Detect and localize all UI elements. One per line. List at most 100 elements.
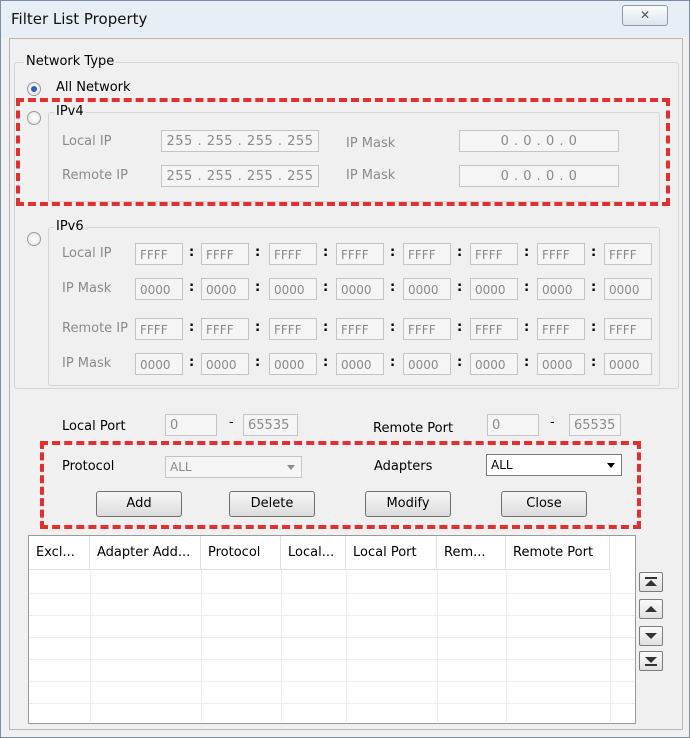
ipv6-colon: : (390, 320, 396, 335)
ipv6-segment-field[interactable]: 0000 (470, 278, 518, 300)
ipv4-highlight-box (16, 98, 670, 206)
ipv6-colon: : (390, 280, 396, 295)
move-top-button[interactable] (639, 572, 663, 592)
ipv6-colon: : (591, 245, 597, 260)
table-row[interactable] (29, 702, 635, 726)
column-header-exclude[interactable]: Excl... (29, 536, 90, 570)
local-port-from-field[interactable]: 0 (165, 414, 217, 436)
table-row[interactable] (29, 592, 635, 616)
ipv6-segment-field[interactable]: 0000 (537, 278, 585, 300)
column-header-remote-ip[interactable]: Rem... (437, 536, 506, 570)
ipv6-colon: : (524, 320, 530, 335)
local-port-dash: - (229, 415, 234, 430)
move-top-icon (645, 577, 657, 586)
ipv6-colon: : (323, 245, 329, 260)
ipv6-radio[interactable] (27, 232, 41, 246)
ipv6-colon: : (390, 245, 396, 260)
network-type-label: Network Type (24, 54, 117, 69)
ipv6-segment-field[interactable]: FFFF (135, 318, 183, 340)
window-title: Filter List Property (11, 10, 148, 28)
ipv6-segment-field[interactable]: 0000 (201, 278, 249, 300)
ipv6-segment-field[interactable]: 0000 (269, 278, 317, 300)
all-network-label[interactable]: All Network (56, 80, 131, 95)
ipv6-row-label: IP Mask (62, 356, 112, 371)
ipv6-segment-field[interactable]: FFFF (269, 318, 317, 340)
ipv6-colon: : (189, 320, 195, 335)
ipv6-segment-field[interactable]: FFFF (269, 243, 317, 265)
ipv6-segment-field[interactable]: 0000 (135, 278, 183, 300)
ipv6-segment-field[interactable]: 0000 (403, 353, 451, 375)
ipv6-segment-field[interactable]: 0000 (201, 353, 249, 375)
ipv6-colon: : (189, 280, 195, 295)
column-header-local-ip[interactable]: Local... (281, 536, 346, 570)
remote-port-to-field[interactable]: 65535 (569, 414, 621, 436)
move-up-icon (645, 606, 657, 612)
ipv6-segment-field[interactable]: FFFF (403, 243, 451, 265)
ipv6-segment-field[interactable]: 0000 (269, 353, 317, 375)
column-divider (281, 570, 282, 722)
column-header-remote-port[interactable]: Remote Port (506, 536, 610, 570)
ipv6-segment-field[interactable]: FFFF (470, 243, 518, 265)
ipv6-colon: : (591, 355, 597, 370)
window-close-button[interactable]: ✕ (622, 5, 668, 26)
table-row[interactable] (29, 570, 635, 594)
ipv6-segment-field[interactable]: 0000 (336, 353, 384, 375)
ipv6-colon: : (255, 245, 261, 260)
ipv6-segment-field[interactable]: 0000 (604, 353, 652, 375)
ipv6-segment-field[interactable]: FFFF (336, 243, 384, 265)
column-header-adapter-address[interactable]: Adapter Add... (90, 536, 201, 570)
ipv6-segment-field[interactable]: 0000 (135, 353, 183, 375)
ipv6-segment-field[interactable]: FFFF (537, 243, 585, 265)
table-row[interactable] (29, 614, 635, 638)
column-divider (346, 570, 347, 722)
ipv6-colon: : (457, 320, 463, 335)
ipv6-segment-field[interactable]: FFFF (403, 318, 451, 340)
ipv6-segment-field[interactable]: FFFF (604, 243, 652, 265)
ipv6-colon: : (323, 355, 329, 370)
ipv6-segment-field[interactable]: 0000 (604, 278, 652, 300)
column-header-protocol[interactable]: Protocol (201, 536, 281, 570)
ipv6-segment-field[interactable]: 0000 (470, 353, 518, 375)
ipv6-segment-field[interactable]: 0000 (403, 278, 451, 300)
column-divider (90, 570, 91, 722)
table-row[interactable] (29, 680, 635, 704)
ipv6-colon: : (255, 355, 261, 370)
ipv6-segment-field[interactable]: FFFF (336, 318, 384, 340)
ipv6-row-label: Local IP (62, 246, 112, 261)
ipv6-segment-field[interactable]: FFFF (537, 318, 585, 340)
column-divider (610, 570, 611, 722)
move-down-button[interactable] (639, 626, 663, 646)
ipv6-colon: : (457, 245, 463, 260)
table-row[interactable] (29, 658, 635, 682)
ipv6-segment-field[interactable]: FFFF (604, 318, 652, 340)
column-divider (506, 570, 507, 722)
close-icon: ✕ (639, 8, 651, 22)
move-bottom-button[interactable] (639, 651, 663, 671)
all-network-radio[interactable] (27, 82, 41, 96)
filter-list-table[interactable]: Excl... Adapter Add... Protocol Local...… (28, 535, 636, 726)
remote-port-from-field[interactable]: 0 (487, 414, 539, 436)
filter-list-property-window: Filter List Property ✕ Network Type All … (0, 0, 690, 738)
column-header-local-port[interactable]: Local Port (346, 536, 437, 570)
ipv6-segment-field[interactable]: FFFF (201, 243, 249, 265)
ipv6-colon: : (457, 280, 463, 295)
ipv6-segment-field[interactable]: 0000 (336, 278, 384, 300)
ipv6-segment-field[interactable]: FFFF (135, 243, 183, 265)
ipv6-colon: : (457, 355, 463, 370)
move-bottom-icon (645, 657, 657, 666)
ipv6-segment-field[interactable]: 0000 (537, 353, 585, 375)
ipv6-colon: : (524, 355, 530, 370)
ipv6-segment-field[interactable]: FFFF (201, 318, 249, 340)
table-row[interactable] (29, 636, 635, 660)
remote-port-label: Remote Port (373, 421, 454, 436)
local-port-to-field[interactable]: 65535 (243, 414, 298, 436)
ipv6-colon: : (255, 320, 261, 335)
ipv6-colon: : (323, 280, 329, 295)
ipv6-segment-field[interactable]: FFFF (470, 318, 518, 340)
ipv6-row-label: IP Mask (62, 281, 112, 296)
ipv6-colon: : (189, 355, 195, 370)
local-port-label: Local Port (62, 419, 126, 434)
move-up-button[interactable] (639, 599, 663, 619)
ipv6-colon: : (189, 245, 195, 260)
ipv6-label[interactable]: IPv6 (54, 219, 86, 234)
